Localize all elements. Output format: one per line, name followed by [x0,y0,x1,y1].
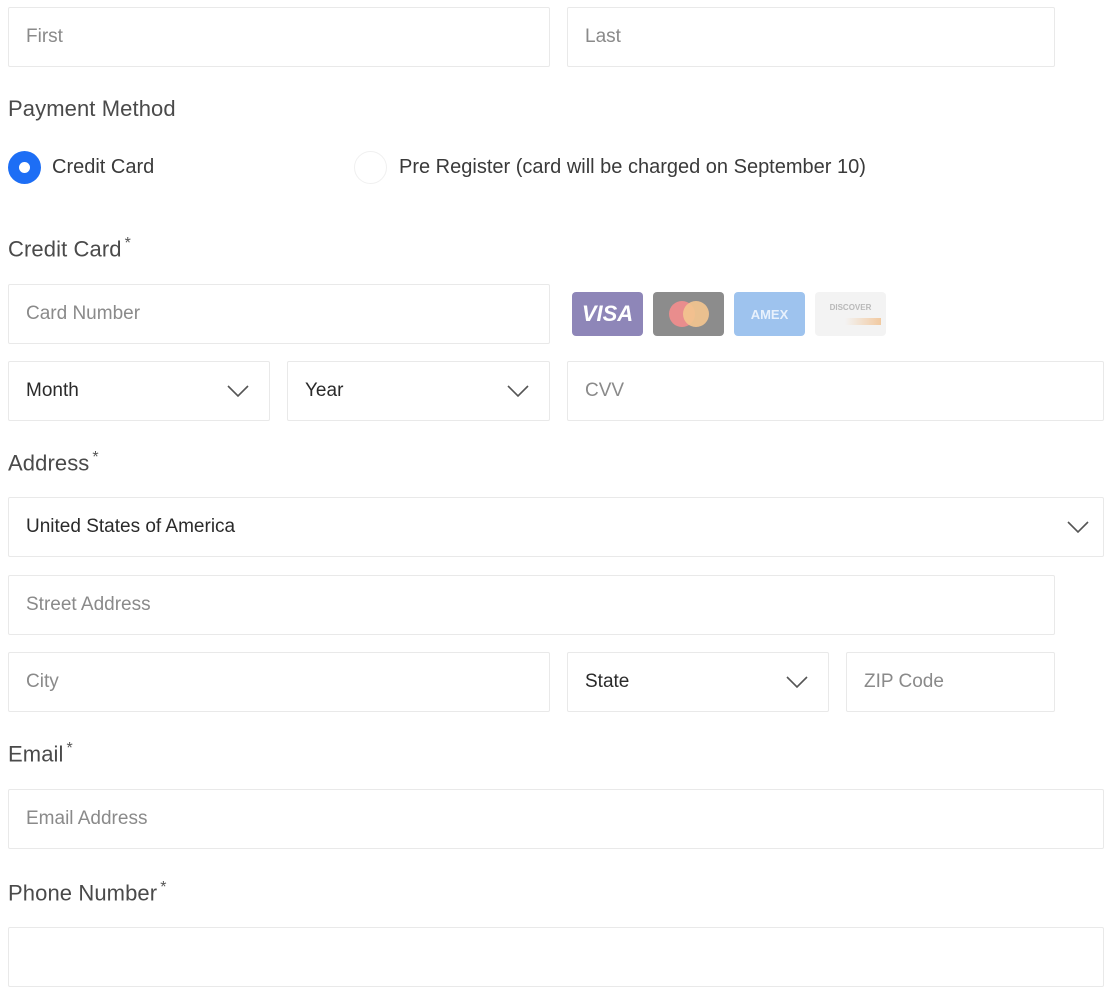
visa-logo-icon: VISA [572,292,643,336]
year-select[interactable]: Year [287,361,550,421]
credit-card-radio-label[interactable]: Credit Card [52,156,154,179]
email-input[interactable] [26,790,1103,848]
street-address-field[interactable] [8,575,1055,635]
state-select[interactable]: State [567,652,829,712]
pre-register-radio-label[interactable]: Pre Register (card will be charged on Se… [399,156,866,179]
pre-register-radio[interactable] [354,151,387,184]
card-number-input[interactable] [26,285,549,343]
required-asterisk: * [160,879,167,896]
required-asterisk: * [124,235,131,252]
zip-code-field[interactable] [846,652,1055,712]
cvv-input[interactable] [585,362,1103,420]
address-label: Address * [8,449,99,476]
email-label: Email * [8,740,73,767]
chevron-down-icon [227,385,249,398]
phone-number-label: Phone Number * [8,879,167,906]
mastercard-logo-icon [653,292,724,336]
chevron-down-icon [507,385,529,398]
card-number-field[interactable] [8,284,550,344]
first-name-input[interactable] [26,8,549,66]
phone-number-input[interactable] [26,928,1103,986]
cvv-field[interactable] [567,361,1104,421]
last-name-field[interactable] [567,7,1055,67]
payment-method-label: Payment Method [8,96,176,121]
month-select-value: Month [26,380,79,401]
credit-card-radio[interactable] [8,151,41,184]
mastercard-circles-icon [668,301,709,327]
radio-selected-dot [19,162,30,173]
state-select-value: State [585,671,630,692]
city-field[interactable] [8,652,550,712]
amex-logo-icon: AMEX [734,292,805,336]
country-select-value: United States of America [26,516,236,537]
required-asterisk: * [92,449,99,466]
required-asterisk: * [66,740,73,757]
chevron-down-icon [786,676,808,689]
street-address-input[interactable] [26,576,1054,634]
zip-code-input[interactable] [864,653,1054,711]
discover-logo-icon: DISCOVER [815,292,886,336]
city-input[interactable] [26,653,549,711]
first-name-field[interactable] [8,7,550,67]
discover-stripe [820,318,881,325]
year-select-value: Year [305,380,344,401]
credit-card-label: Credit Card * [8,235,131,262]
email-field[interactable] [8,789,1104,849]
phone-number-field[interactable] [8,927,1104,987]
last-name-input[interactable] [585,8,1054,66]
month-select[interactable]: Month [8,361,270,421]
chevron-down-icon [1067,521,1089,534]
country-select[interactable]: United States of America [8,497,1104,557]
